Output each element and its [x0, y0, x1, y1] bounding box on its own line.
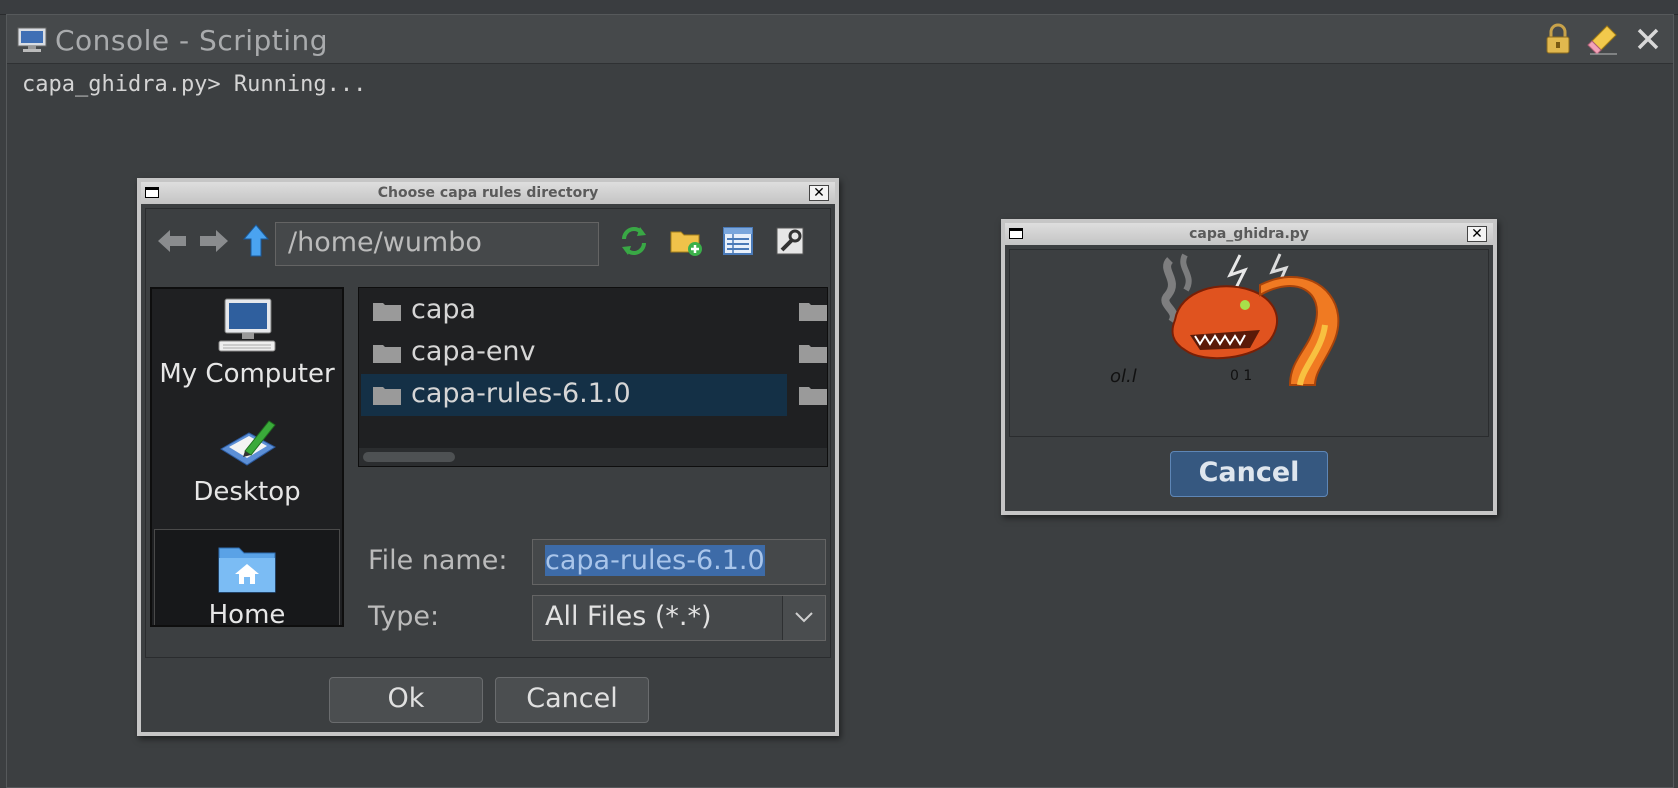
place-desktop[interactable]: Desktop: [152, 413, 342, 517]
place-label: Home: [208, 600, 286, 627]
back-arrow-icon[interactable]: [154, 223, 190, 259]
monitor-icon: [17, 27, 47, 52]
file-row-capa[interactable]: capa: [361, 290, 787, 332]
folder-icon: [373, 387, 401, 405]
file-row-capa-env[interactable]: capa-env: [361, 332, 787, 374]
file-row-capa-rules[interactable]: capa-rules-6.1.0: [361, 374, 787, 416]
console-title: Console - Scripting: [55, 24, 329, 57]
top-strip: [0, 0, 1678, 15]
lock-icon[interactable]: [1542, 23, 1574, 55]
ok-button[interactable]: Ok: [329, 677, 483, 723]
place-home[interactable]: Home: [154, 529, 340, 627]
place-my-computer[interactable]: My Computer: [152, 295, 342, 399]
desktop-icon: [220, 420, 276, 466]
folder-icon: [373, 303, 401, 321]
type-dropdown-button[interactable]: [782, 596, 825, 640]
dialog-title: Choose capa rules directory: [377, 185, 599, 201]
dialog-title: capa_ghidra.py: [1189, 226, 1309, 242]
scrollbar-thumb[interactable]: [363, 452, 455, 462]
horizontal-scrollbar[interactable]: [359, 448, 827, 466]
clear-icon[interactable]: [1587, 23, 1619, 55]
chevron-down-icon: [795, 612, 813, 623]
folder-icon[interactable]: [799, 343, 827, 363]
console-titlebar: Console - Scripting: [7, 15, 1673, 64]
dialog-body: /home/wumbo My Computer Desktop Home cap…: [145, 208, 831, 658]
cancel-button[interactable]: Cancel: [495, 677, 649, 723]
file-name: capa: [411, 294, 477, 325]
forward-arrow-icon[interactable]: [196, 223, 232, 259]
ghidra-image-panel: ol.l 0 1: [1009, 249, 1489, 437]
folder-icon[interactable]: [799, 385, 827, 405]
type-label: Type:: [368, 601, 440, 632]
svg-text:ol.l: ol.l: [1110, 366, 1137, 387]
console-output: capa_ghidra.py> Running...: [22, 72, 367, 97]
script-progress-dialog: capa_ghidra.py ✕ ol.l 0 1 Cancel: [1001, 219, 1497, 515]
dialog-close-button[interactable]: ✕: [809, 185, 829, 201]
path-input[interactable]: /home/wumbo: [275, 222, 599, 266]
dialog-close-button[interactable]: ✕: [1467, 226, 1487, 242]
new-folder-icon[interactable]: [668, 223, 704, 259]
place-label: My Computer: [159, 359, 335, 389]
close-icon[interactable]: [1632, 23, 1664, 55]
type-value: All Files (*.*): [545, 601, 712, 632]
folder-icon: [373, 345, 401, 363]
svg-text:0 1: 0 1: [1230, 368, 1252, 384]
file-name-value: capa-rules-6.1.0: [545, 545, 765, 576]
dialog-titlebar: Choose capa rules directory ✕: [141, 182, 835, 204]
place-label: Desktop: [193, 477, 301, 507]
file-name: capa-rules-6.1.0: [411, 378, 631, 409]
computer-icon: [218, 298, 276, 352]
places-sidebar: My Computer Desktop Home: [150, 287, 344, 627]
file-name-input[interactable]: capa-rules-6.1.0: [532, 539, 826, 585]
refresh-icon[interactable]: [616, 223, 652, 259]
file-chooser-dialog: Choose capa rules directory ✕ /home/wumb…: [137, 178, 839, 736]
type-select[interactable]: All Files (*.*): [532, 595, 826, 641]
folder-icon[interactable]: [799, 301, 827, 321]
file-list: capa capa-env capa-rules-6.1.0: [358, 287, 828, 467]
home-folder-icon: [218, 547, 276, 593]
ghidra-dragon-icon: ol.l 0 1: [1110, 253, 1340, 387]
up-arrow-icon[interactable]: [238, 223, 274, 259]
dialog-titlebar: capa_ghidra.py ✕: [1005, 223, 1493, 245]
file-name: capa-env: [411, 336, 536, 367]
details-view-icon[interactable]: [720, 223, 756, 259]
cancel-button[interactable]: Cancel: [1170, 451, 1328, 497]
file-name-label: File name:: [368, 545, 508, 576]
properties-icon[interactable]: [772, 223, 808, 259]
